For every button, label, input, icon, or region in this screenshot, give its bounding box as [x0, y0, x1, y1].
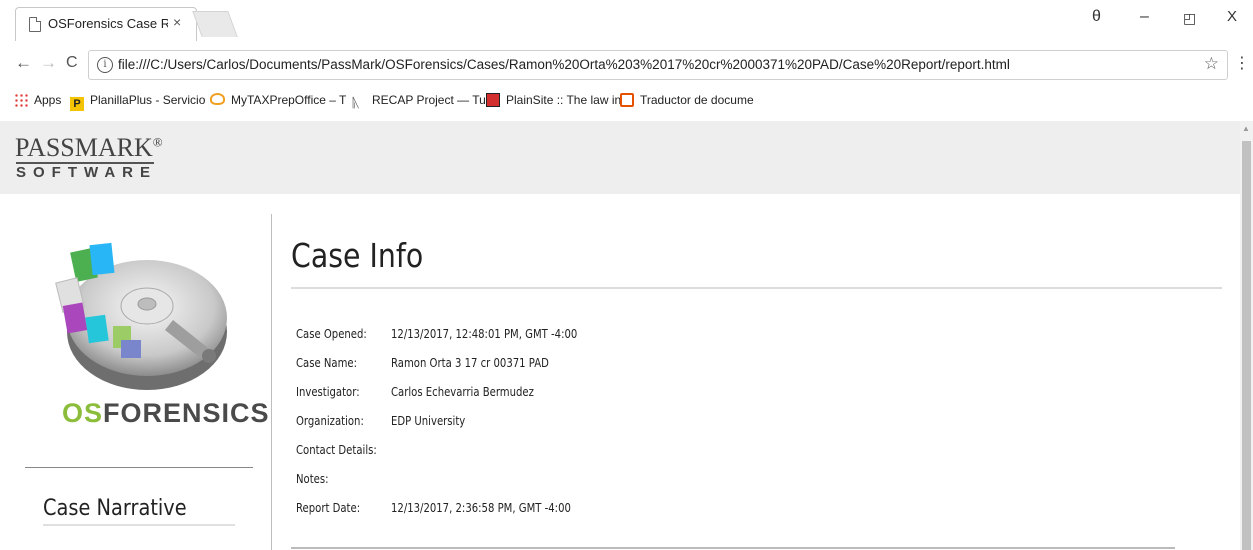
bookmark-star-icon[interactable]: ☆ — [1204, 54, 1219, 74]
translator-icon — [620, 93, 634, 107]
tab-close-button[interactable]: × — [173, 14, 181, 30]
browser-tab[interactable]: OSForensics Case Report × — [15, 7, 197, 41]
hard-disk-logo-icon — [55, 242, 227, 390]
reload-button[interactable]: C — [66, 54, 78, 72]
account-icon[interactable]: θ — [1092, 8, 1101, 26]
osforensics-logo: OSFORENSICS — [62, 398, 270, 428]
cloud-icon — [210, 93, 225, 105]
sidebar-divider — [25, 467, 253, 468]
field-label: Report Date: — [296, 501, 361, 515]
planillaplus-icon: P — [70, 97, 84, 111]
field-label: Contact Details: — [296, 443, 377, 457]
bookmark-apps[interactable]: Apps — [14, 93, 61, 107]
field-label: Case Name: — [296, 356, 358, 370]
case-narrative-underline — [43, 524, 235, 526]
field-value: 12/13/2017, 12:48:01 PM, GMT -4:00 — [391, 327, 578, 341]
bookmark-recap[interactable]: ᚣ RECAP Project — Tur — [352, 93, 490, 110]
bookmark-mytaxprepoffice[interactable]: MyTAXPrepOffice – T — [210, 93, 346, 107]
apps-grid-icon — [14, 93, 28, 107]
new-tab-button[interactable] — [192, 11, 238, 37]
field-value: 12/13/2017, 2:36:58 PM, GMT -4:00 — [391, 501, 571, 515]
field-label: Notes: — [296, 472, 329, 486]
field-label: Organization: — [296, 414, 364, 428]
tab-strip: OSForensics Case Report × θ – ◰ X — [0, 0, 1253, 41]
back-button[interactable]: ← — [15, 53, 32, 73]
field-value: EDP University — [391, 414, 466, 428]
url-bar[interactable]: i file:///C:/Users/Carlos/Documents/Pass… — [88, 50, 1228, 80]
vertical-divider — [271, 214, 272, 550]
bookmark-traductor[interactable]: Traductor de docume — [620, 93, 754, 107]
bookmark-planillaplus[interactable]: P PlanillaPlus - Servicio — [70, 93, 205, 111]
close-window-button[interactable]: X — [1227, 8, 1237, 25]
scroll-up-arrow-icon[interactable]: ▲ — [1242, 124, 1250, 133]
passmark-logo[interactable]: PASSMARK® — [15, 133, 163, 163]
bookmark-plainsite[interactable]: PlainSite :: The law in — [486, 93, 621, 107]
tab-title: OSForensics Case Report — [48, 16, 168, 31]
browser-menu-button[interactable]: ⋮ — [1234, 53, 1250, 73]
scrollbar-thumb[interactable] — [1242, 141, 1251, 550]
document-icon — [29, 17, 41, 32]
address-toolbar: ← → C i file:///C:/Users/Carlos/Document… — [0, 46, 1253, 82]
case-narrative-link[interactable]: Case Narrative — [43, 496, 187, 521]
title-divider — [291, 287, 1222, 289]
section-divider — [291, 547, 1175, 549]
page-header: PASSMARK® SOFTWARE — [0, 121, 1240, 194]
field-label: Investigator: — [296, 385, 360, 399]
restore-button[interactable]: ◰ — [1183, 10, 1196, 27]
url-text[interactable]: file:///C:/Users/Carlos/Documents/PassMa… — [118, 57, 1010, 72]
passmark-logo-subtitle: SOFTWARE — [16, 164, 157, 181]
minimize-button[interactable]: – — [1140, 8, 1149, 26]
info-icon[interactable]: i — [97, 57, 113, 73]
field-value: Carlos Echevarria Bermudez — [391, 385, 534, 399]
plainsite-icon — [486, 93, 500, 107]
bookmarks-bar: Apps P PlanillaPlus - Servicio MyTAXPrepO… — [0, 88, 1253, 116]
forward-button[interactable]: → — [40, 53, 57, 73]
field-value: Ramon Orta 3 17 cr 00371 PAD — [391, 356, 549, 370]
page-title: Case Info — [291, 236, 424, 275]
field-label: Case Opened: — [296, 327, 367, 341]
recap-icon: ᚣ — [352, 95, 360, 110]
